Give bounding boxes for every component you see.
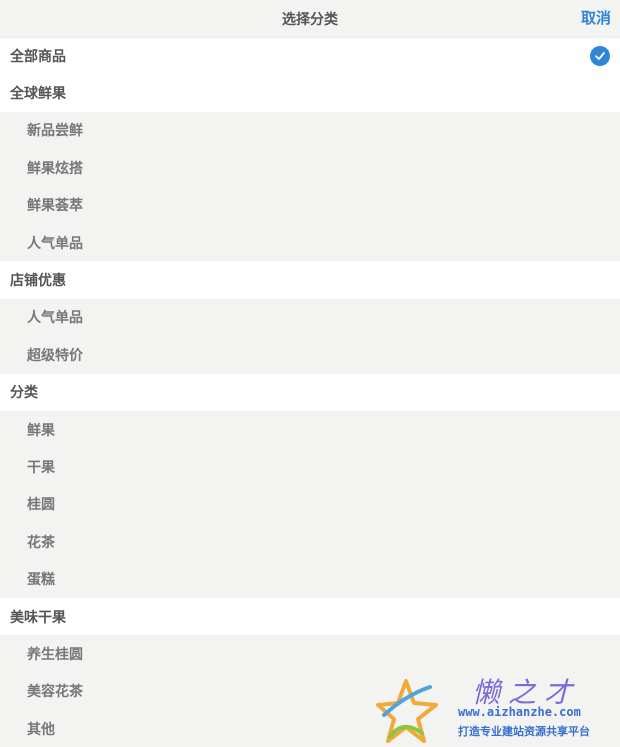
- watermark-url: www.aizhanzhe.com: [458, 705, 581, 719]
- subcategory-label: 干果: [27, 459, 55, 476]
- subcategory-label: 美容花茶: [27, 684, 83, 701]
- category-group-tasty-dried[interactable]: 美味干果: [0, 597, 620, 636]
- subcategory-label: 超级特价: [27, 347, 83, 364]
- cancel-button[interactable]: 取消: [581, 0, 611, 37]
- subcategory-item[interactable]: 鲜果荟萃: [0, 186, 620, 224]
- subcategory-label: 人气单品: [27, 235, 83, 252]
- category-group-store-deals[interactable]: 店铺优惠: [0, 261, 620, 299]
- subcategory-item[interactable]: 鲜果炫搭: [0, 149, 620, 187]
- subcategory-item[interactable]: 超级特价: [0, 336, 620, 374]
- category-group-global-fruits[interactable]: 全球鲜果: [0, 74, 620, 112]
- header-bar: 选择分类 取消: [0, 0, 620, 37]
- subcategory-item[interactable]: 养生桂圆: [0, 635, 620, 673]
- subcategory-label: 蛋糕: [27, 572, 55, 589]
- category-all[interactable]: 全部商品: [0, 37, 620, 75]
- category-label: 分类: [10, 385, 38, 402]
- subcategory-label: 鲜果: [27, 422, 55, 439]
- subcategory-label: 鲜果荟萃: [27, 198, 83, 215]
- subcategory-item[interactable]: 人气单品: [0, 298, 620, 337]
- category-list: 全部商品 全球鲜果 新品尝鲜 鲜果炫搭 鲜果荟萃 人气单品 店铺优惠 人气单品 …: [0, 37, 620, 747]
- subcategory-label: 鲜果炫搭: [27, 160, 83, 177]
- subcategory-label: 其他: [27, 721, 55, 738]
- category-label: 全球鲜果: [10, 86, 66, 103]
- watermark: 懒之才 www.aizhanzhe.com 打造专业建站资源共享平台: [376, 675, 614, 745]
- category-label: 全部商品: [10, 49, 66, 66]
- subcategory-label: 新品尝鲜: [27, 123, 83, 140]
- subcategory-label: 人气单品: [27, 310, 83, 327]
- subcategory-item[interactable]: 花茶: [0, 523, 620, 561]
- subcategory-item[interactable]: 干果: [0, 448, 620, 486]
- subcategory-item[interactable]: 新品尝鲜: [0, 111, 620, 150]
- subcategory-label: 养生桂圆: [27, 646, 83, 663]
- checkmark-icon: [590, 46, 610, 67]
- subcategory-item[interactable]: 桂圆: [0, 485, 620, 524]
- category-label: 美味干果: [10, 609, 66, 626]
- subcategory-label: 桂圆: [27, 497, 55, 514]
- subcategory-item[interactable]: 鲜果: [0, 410, 620, 449]
- watermark-slogan: 打造专业建站资源共享平台: [458, 725, 590, 738]
- subcategory-item[interactable]: 人气单品: [0, 223, 620, 262]
- star-logo-icon: [376, 679, 438, 743]
- subcategory-item[interactable]: 蛋糕: [0, 560, 620, 598]
- category-group-category[interactable]: 分类: [0, 373, 620, 411]
- page-title: 选择分类: [282, 11, 338, 28]
- category-label: 店铺优惠: [10, 273, 66, 290]
- subcategory-label: 花茶: [27, 534, 55, 551]
